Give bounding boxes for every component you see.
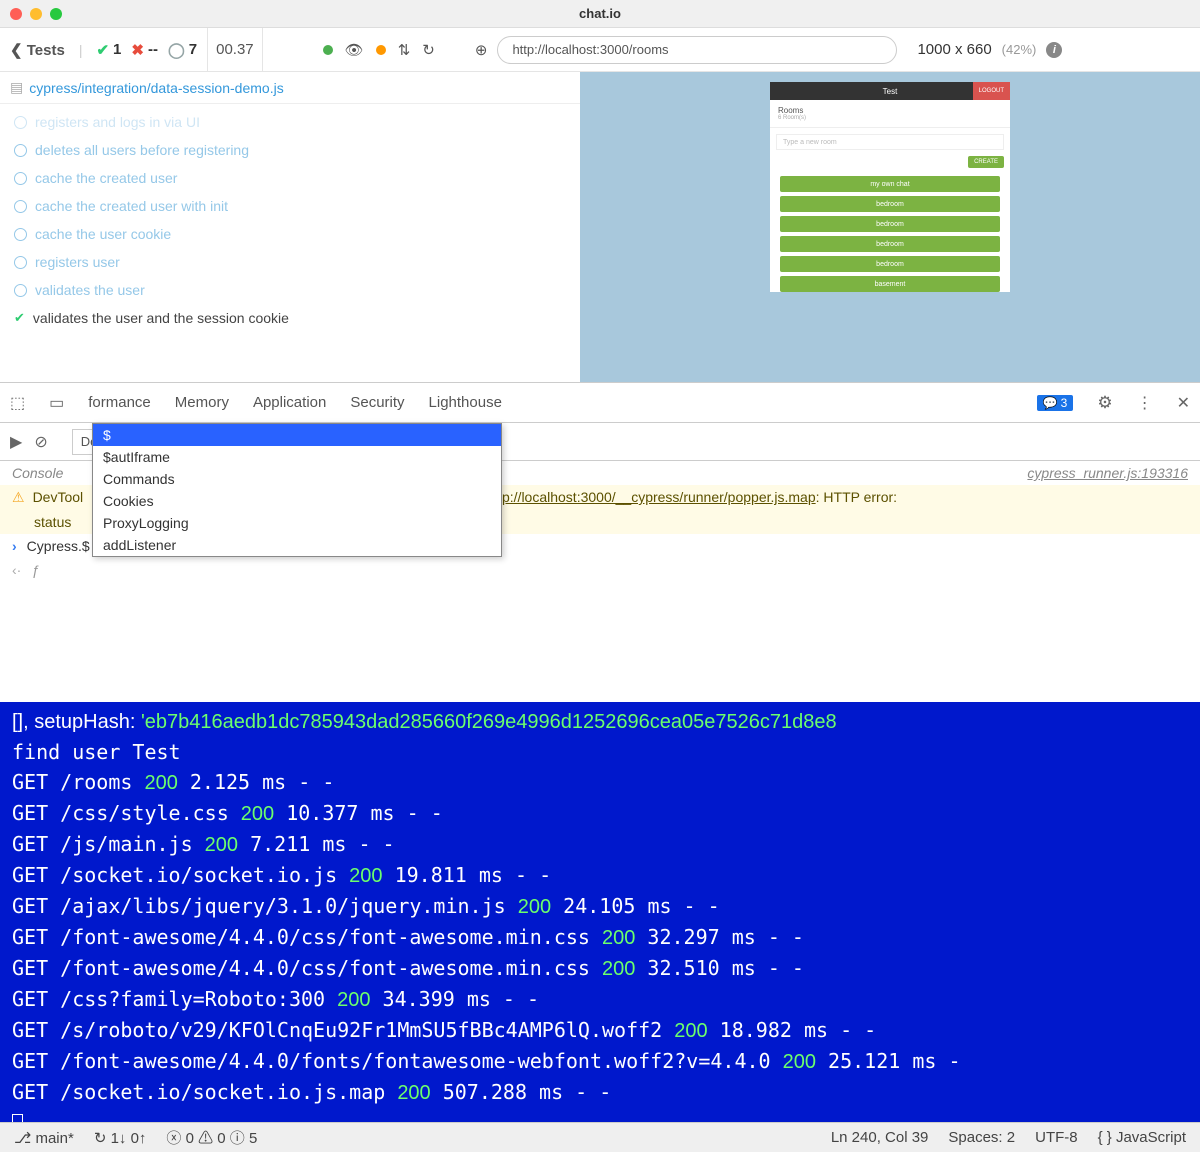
test-item[interactable]: cache the user cookie bbox=[0, 220, 580, 248]
status-bar: ⎇ main* ↻ 1↓ 0↑ ⓧ 0 ⚠ 0 ⓘ 5 Ln 240, Col … bbox=[0, 1122, 1200, 1152]
test-item-passed[interactable]: ✔validates the user and the session cook… bbox=[0, 304, 580, 332]
close-window-button[interactable] bbox=[10, 8, 22, 20]
device-toggle-icon[interactable]: ▭ bbox=[49, 393, 64, 413]
traffic-lights bbox=[10, 8, 62, 20]
encoding[interactable]: UTF-8 bbox=[1035, 1129, 1078, 1146]
source-link[interactable]: cypress_runner.js:193316 bbox=[1027, 465, 1188, 481]
test-item[interactable]: validates the user bbox=[0, 276, 580, 304]
pending-count: ◯7 bbox=[168, 41, 197, 59]
autocomplete-item[interactable]: Cookies bbox=[93, 490, 501, 512]
minimize-window-button[interactable] bbox=[30, 8, 42, 20]
tab-lighthouse[interactable]: Lighthouse bbox=[429, 394, 502, 411]
room-button[interactable]: bedroom bbox=[780, 236, 1000, 252]
close-devtools-icon[interactable]: ✕ bbox=[1177, 393, 1190, 413]
new-room-input[interactable]: Type a new room bbox=[776, 134, 1004, 150]
tab-memory[interactable]: Memory bbox=[175, 394, 229, 411]
window-title: chat.io bbox=[579, 6, 621, 21]
indicator-group: 👁 ⇅ ↻ bbox=[323, 41, 435, 59]
warning-icon: ⚠ bbox=[12, 489, 25, 506]
autocomplete-item[interactable]: ProxyLogging bbox=[93, 512, 501, 534]
sourcemap-url[interactable]: http://localhost:3000/__cypress/runner/p… bbox=[486, 489, 815, 505]
inspect-icon[interactable]: ⬚ bbox=[10, 393, 25, 413]
test-item[interactable]: deletes all users before registering bbox=[0, 136, 580, 164]
language-mode[interactable]: { } JavaScript bbox=[1098, 1129, 1186, 1146]
cypress-header: ❮ Tests | ✔1 ✖-- ◯7 00.37 👁 ⇅ ↻ ⊕ 1000 x… bbox=[0, 28, 1200, 72]
room-button[interactable]: bedroom bbox=[780, 216, 1000, 232]
aut-panel: Test LOGOUT Rooms 6 Room(s) Type a new r… bbox=[580, 72, 1200, 382]
test-item[interactable]: cache the created user with init bbox=[0, 192, 580, 220]
room-button[interactable]: basement bbox=[780, 276, 1000, 292]
back-tests-label: Tests bbox=[27, 42, 65, 59]
zoom-window-button[interactable] bbox=[50, 8, 62, 20]
room-button[interactable]: bedroom bbox=[780, 196, 1000, 212]
spec-file-path: cypress/integration/data-session-demo.js bbox=[29, 80, 283, 96]
tab-performance[interactable]: formance bbox=[88, 394, 151, 411]
status-dot-orange bbox=[376, 45, 386, 55]
app-header: Test LOGOUT bbox=[770, 82, 1010, 100]
back-tests-button[interactable]: ❮ Tests bbox=[10, 41, 65, 59]
kebab-icon[interactable]: ⋮ bbox=[1137, 393, 1153, 413]
autocomplete-item[interactable]: $ bbox=[93, 424, 501, 446]
console-return: ‹·ƒ bbox=[0, 558, 1200, 582]
eye-icon[interactable]: 👁 bbox=[345, 41, 364, 59]
failed-count: ✖-- bbox=[131, 41, 158, 59]
passed-count: ✔1 bbox=[96, 41, 121, 59]
test-item[interactable]: registers and logs in via UI bbox=[0, 108, 580, 136]
elapsed-time: 00.37 bbox=[207, 28, 263, 71]
file-icon: ▤ bbox=[10, 79, 23, 96]
room-button[interactable]: bedroom bbox=[780, 256, 1000, 272]
command-log-panel: ▤ cypress/integration/data-session-demo.… bbox=[0, 72, 580, 382]
app-preview[interactable]: Test LOGOUT Rooms 6 Room(s) Type a new r… bbox=[770, 82, 1010, 292]
viewport-dimensions: 1000 x 660 bbox=[917, 41, 991, 58]
problems[interactable]: ⓧ 0 ⚠ 0 ⓘ 5 bbox=[166, 1127, 257, 1148]
logout-button[interactable]: LOGOUT bbox=[973, 82, 1010, 100]
create-room-button[interactable]: CREATE bbox=[968, 156, 1004, 168]
devtools-tabs: ⬚ ▭ formance Memory Application Security… bbox=[0, 383, 1200, 423]
indentation[interactable]: Spaces: 2 bbox=[948, 1129, 1015, 1146]
room-list: my own chat bedroom bedroom bedroom bedr… bbox=[770, 176, 1010, 292]
status-dot-green bbox=[323, 45, 333, 55]
mac-titlebar: chat.io bbox=[0, 0, 1200, 28]
aut-url-input[interactable] bbox=[497, 36, 897, 64]
settings-icon[interactable]: ⚙ bbox=[1097, 393, 1112, 413]
git-sync[interactable]: ↻ 1↓ 0↑ bbox=[94, 1129, 147, 1147]
autocomplete-item[interactable]: $autIframe bbox=[93, 446, 501, 468]
play-icon[interactable]: ▶ bbox=[10, 432, 22, 452]
terminal[interactable]: [], setupHash: 'eb7b416aedb1dc785943dad2… bbox=[0, 702, 1200, 1122]
room-button[interactable]: my own chat bbox=[780, 176, 1000, 192]
reload-icon[interactable]: ↻ bbox=[422, 41, 435, 59]
autocomplete-item[interactable]: addListener bbox=[93, 534, 501, 556]
selector-playground-icon[interactable]: ⊕ bbox=[475, 41, 488, 59]
git-branch[interactable]: ⎇ main* bbox=[14, 1129, 74, 1147]
autocomplete-item[interactable]: Commands bbox=[93, 468, 501, 490]
rooms-header: Rooms 6 Room(s) bbox=[770, 100, 1010, 128]
messages-badge[interactable]: 💬 3 bbox=[1037, 395, 1074, 411]
viewport-scale: (42%) bbox=[1002, 42, 1037, 57]
cursor-position[interactable]: Ln 240, Col 39 bbox=[831, 1129, 929, 1146]
clear-console-icon[interactable]: ⊘ bbox=[34, 432, 47, 452]
test-item[interactable]: registers user bbox=[0, 248, 580, 276]
spec-file-row[interactable]: ▤ cypress/integration/data-session-demo.… bbox=[0, 72, 580, 104]
autocomplete-popup: $ $autIframe Commands Cookies ProxyLoggi… bbox=[92, 423, 502, 557]
console-hdr: Console bbox=[12, 465, 63, 481]
tab-application[interactable]: Application bbox=[253, 394, 326, 411]
test-item[interactable]: cache the created user bbox=[0, 164, 580, 192]
tests-list: registers and logs in via UI deletes all… bbox=[0, 104, 580, 382]
info-icon[interactable]: i bbox=[1046, 42, 1062, 58]
sort-icon[interactable]: ⇅ bbox=[398, 41, 411, 59]
tab-security[interactable]: Security bbox=[350, 394, 404, 411]
